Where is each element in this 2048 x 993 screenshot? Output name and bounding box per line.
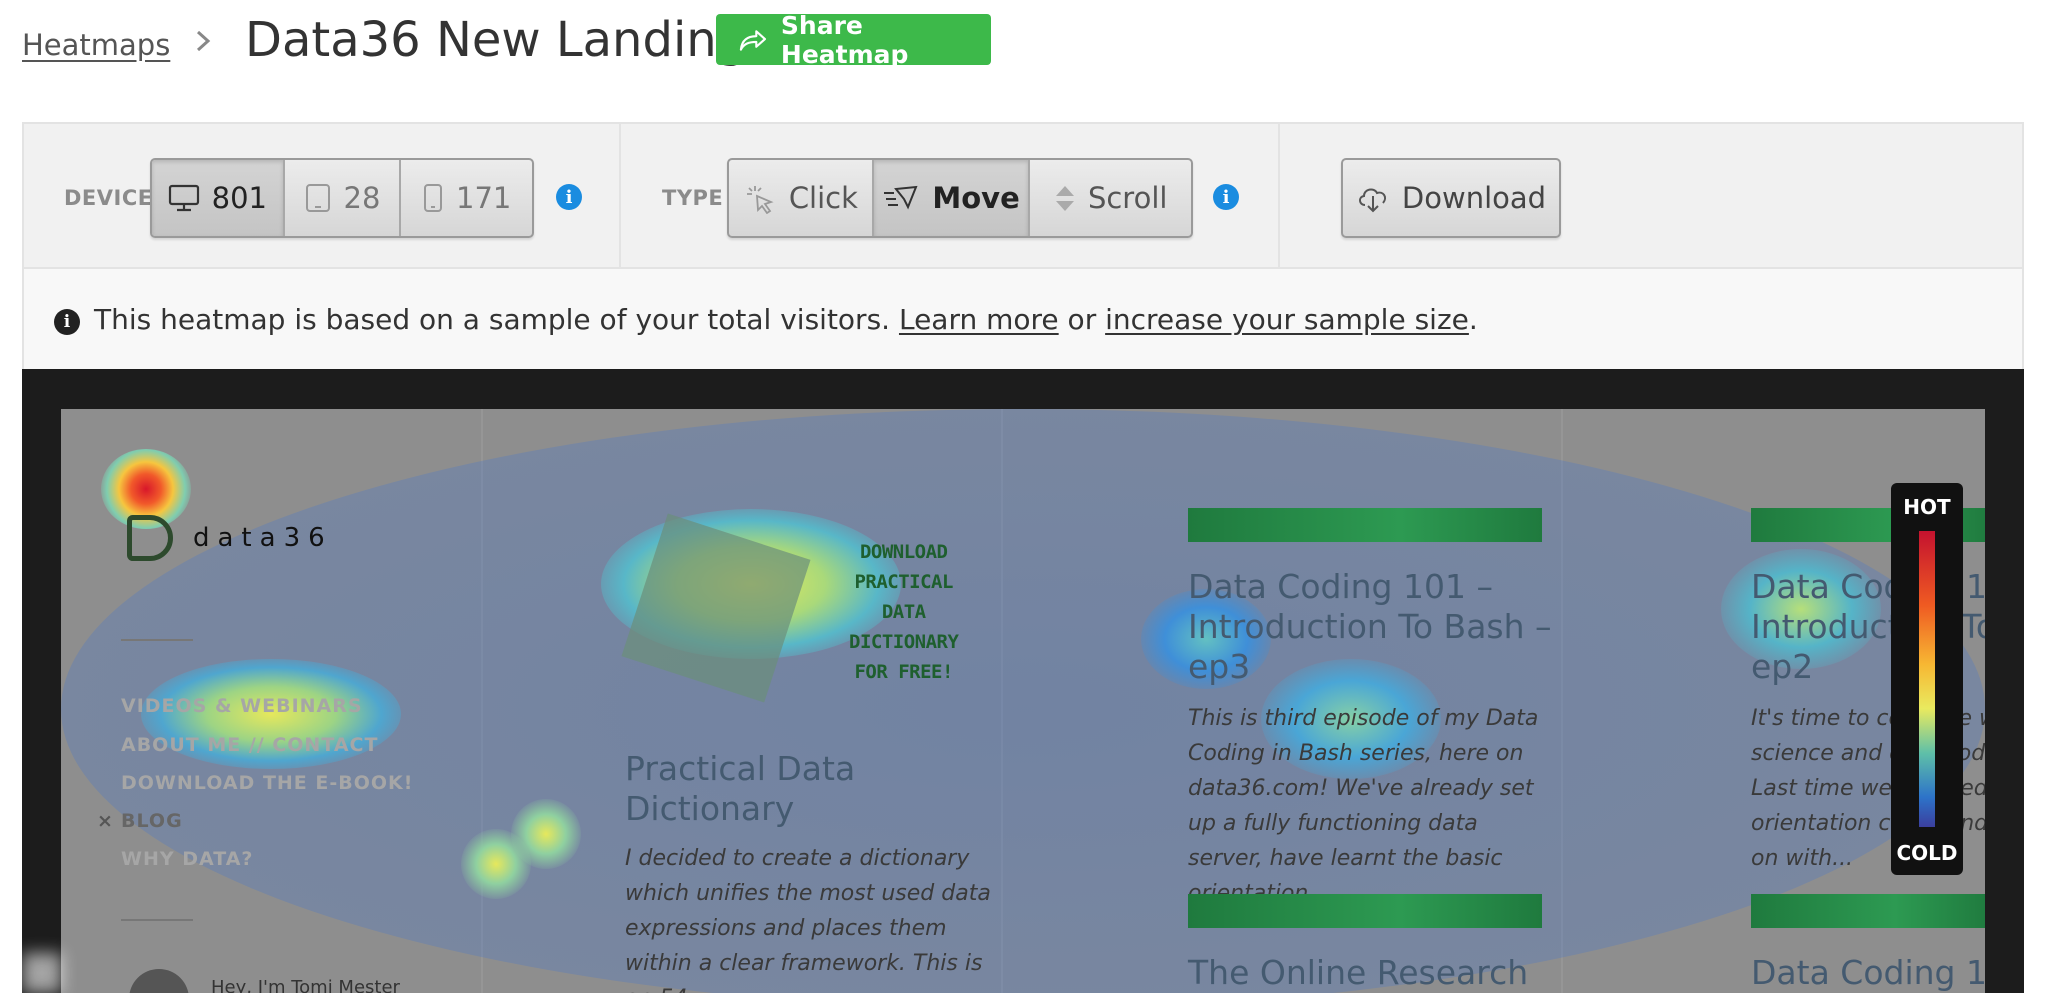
type-click-label: Click xyxy=(788,181,858,215)
notice-text-mid: or xyxy=(1058,303,1106,336)
phone-icon xyxy=(424,184,443,212)
notice-text: This heatmap is based on a sample of you… xyxy=(94,303,1478,336)
toolbar-divider xyxy=(619,124,621,269)
post-title: Practical Data Dictionary xyxy=(625,749,856,828)
type-click-button[interactable]: Click xyxy=(729,160,874,236)
move-icon xyxy=(884,185,918,210)
device-tablet-button[interactable]: 28 xyxy=(285,160,402,236)
post-title: Data Coding 101 xyxy=(1751,953,1985,992)
sample-notice: i This heatmap is based on a sample of y… xyxy=(22,269,2024,369)
device-phone-button[interactable]: 171 xyxy=(401,160,532,236)
legend-gradient-bar xyxy=(1919,531,1935,827)
post-excerpt: This is third episode of my Data Coding … xyxy=(1188,706,1539,906)
data36-logo-mark xyxy=(127,515,173,561)
device-desktop-button[interactable]: 801 xyxy=(152,160,285,236)
ebook-line: FOR FREE! xyxy=(854,661,953,683)
legend-cold-label: COLD xyxy=(1896,841,1958,865)
device-label: DEVICE xyxy=(64,186,153,210)
download-label: Download xyxy=(1401,181,1547,215)
page-header: Heatmaps Data36 New Landing Share Heatma… xyxy=(0,0,2048,122)
nav-divider xyxy=(121,639,193,641)
ebook-promo-text: DOWNLOAD PRACTICAL DATA DICTIONARY FOR F… xyxy=(849,537,959,687)
info-icon: i xyxy=(54,309,80,335)
device-selector: 801 28 171 xyxy=(150,158,534,238)
preview-nav-videos: VIDEOS & WEBINARS xyxy=(121,695,363,717)
share-heatmap-label: Share Heatmap xyxy=(780,10,909,69)
preview-nav-why-data: WHY DATA? xyxy=(121,848,254,870)
type-move-button[interactable]: Move xyxy=(873,160,1031,236)
nav-divider xyxy=(121,919,193,921)
notice-text-before: This heatmap is based on a sample of you… xyxy=(94,303,899,336)
toolbar-divider xyxy=(1278,124,1280,269)
cloud-download-icon xyxy=(1358,188,1386,213)
heat-hotspot xyxy=(511,799,581,869)
post-title: Data Coding 101 – Introduction To Bash –… xyxy=(1188,567,1552,686)
ebook-line: DOWNLOAD xyxy=(859,541,948,563)
share-icon xyxy=(739,29,767,51)
type-selector: Click Move Scroll xyxy=(727,158,1193,238)
device-tablet-count: 28 xyxy=(343,181,381,215)
heatmap-page-preview: data36 VIDEOS & WEBINARS ABOUT ME // CON… xyxy=(61,409,1985,993)
preview-nav-about: ABOUT ME // CONTACT xyxy=(121,734,379,756)
author-greeting: Hey, I'm Tomi Mester xyxy=(211,977,400,993)
heatmap-stage: data36 VIDEOS & WEBINARS ABOUT ME // CON… xyxy=(22,369,2024,993)
scroll-fade xyxy=(22,953,62,993)
type-info-icon[interactable]: i xyxy=(1213,184,1239,210)
site-logo: data36 xyxy=(127,515,333,561)
heat-legend: HOT COLD xyxy=(1891,483,1963,875)
type-scroll-button[interactable]: Scroll xyxy=(1030,160,1191,236)
scroll-icon xyxy=(1055,186,1074,211)
ebook-line: PRACTICAL xyxy=(854,571,953,593)
preview-nav-blog: BLOG xyxy=(121,810,183,832)
ebook-line: DATA xyxy=(881,601,926,623)
type-move-label: Move xyxy=(932,181,1020,215)
preview-nav-ebook: DOWNLOAD THE E-BOOK! xyxy=(121,772,414,794)
device-info-icon[interactable]: i xyxy=(556,184,582,210)
legend-hot-label: HOT xyxy=(1903,495,1951,519)
breadcrumb-heatmaps-link[interactable]: Heatmaps xyxy=(22,28,170,62)
type-label: TYPE xyxy=(662,186,724,210)
type-scroll-label: Scroll xyxy=(1087,181,1168,215)
preview-nav-marker: × xyxy=(97,810,114,832)
heatmap-toolbar: DEVICE 801 28 171 i TYPE Click Move Scro… xyxy=(22,122,2024,269)
device-phone-count: 171 xyxy=(456,181,512,215)
notice-text-after: . xyxy=(1468,303,1478,336)
share-heatmap-button[interactable]: Share Heatmap xyxy=(716,11,991,69)
learn-more-link[interactable]: Learn more xyxy=(899,303,1059,336)
post-excerpt: I decided to create a dictionary which u… xyxy=(625,846,991,993)
page-title: Data36 New Landing xyxy=(245,12,748,68)
tablet-icon xyxy=(305,184,330,212)
download-button[interactable]: Download xyxy=(1341,158,1561,238)
device-desktop-count: 801 xyxy=(211,181,267,215)
author-avatar xyxy=(129,969,189,993)
post-banner xyxy=(1188,508,1542,542)
chevron-right-icon xyxy=(196,30,211,52)
desktop-icon xyxy=(168,184,199,212)
click-icon xyxy=(746,186,774,214)
ebook-line: DICTIONARY xyxy=(849,631,959,653)
site-logo-text: data36 xyxy=(193,523,333,553)
post-banner xyxy=(1751,894,1985,928)
post-title: The Online Research xyxy=(1188,953,1529,992)
increase-sample-link[interactable]: increase your sample size xyxy=(1105,303,1469,336)
post-banner xyxy=(1188,894,1542,928)
